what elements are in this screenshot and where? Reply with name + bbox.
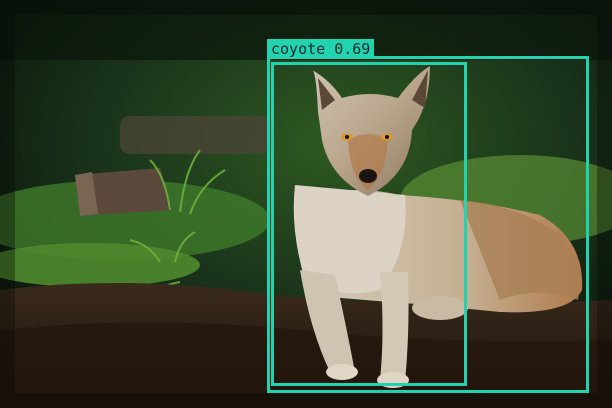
detection-viewer: coyote 0.69: [0, 0, 612, 408]
detection-label: coyote 0.69: [267, 39, 375, 59]
detection-box-inner: [271, 62, 467, 386]
